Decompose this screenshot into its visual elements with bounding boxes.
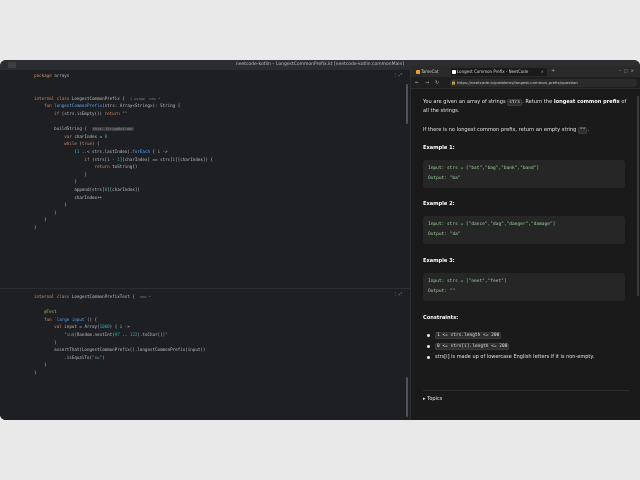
lock-icon: 🔒: [451, 80, 456, 85]
scrollbar[interactable]: [406, 84, 408, 124]
code-line: }: [34, 362, 47, 368]
text: If there is no longest common prefix, re…: [423, 127, 579, 133]
back-icon[interactable]: ←: [415, 79, 419, 87]
line-gutter: [0, 289, 30, 420]
address-bar: ← → ↻ 🔒 https://neetcode.io/problems/lon…: [411, 77, 640, 89]
bold-text: longest common prefix: [553, 99, 620, 105]
code-line: }: [34, 179, 77, 185]
example-2-box: Input: strs = ["dance","dag","danger","d…: [423, 216, 625, 244]
line-gutter: [0, 70, 30, 288]
code-line: }: [34, 202, 67, 208]
editor-pane-main[interactable]: package arrays internal class LongestCom…: [0, 70, 410, 288]
code-line: package arrays: [34, 73, 70, 78]
code-line: append(strs[0][charIndex]): [34, 186, 140, 192]
editor-toolbar[interactable]: ⋮ ⤢: [394, 72, 402, 77]
constraint-item: strs[i] is made up of lowercase English …: [427, 352, 627, 363]
code-line: charIndex++: [34, 194, 103, 200]
tab-label: Longest Common Prefix - NeetCode: [457, 69, 529, 74]
problem-content: You are given an array of strings strs. …: [411, 90, 640, 420]
empty-rule: If there is no longest common prefix, re…: [423, 126, 629, 135]
code-line: .isEqualTo("su"): [34, 354, 105, 360]
code-line: (1 ..< strs.lastIndex).forEach { i ->: [34, 148, 168, 154]
text: . Return the: [522, 99, 554, 105]
tab-tamecat[interactable]: TameCat: [415, 68, 449, 76]
tab-strip: TameCat Longest Common Prefix - NeetCode…: [411, 66, 640, 77]
example-1-title: Example 1:: [423, 145, 455, 151]
example-1-box: Input: strs = ["bat","bag","bank","band"…: [423, 160, 625, 188]
code-line: }: [34, 339, 57, 345]
code-line: @Test: [44, 309, 57, 315]
code-line: }: [34, 217, 47, 223]
topics-label: Topics: [427, 396, 443, 402]
code-line: if (strs[i - 1][charIndex] == strs[i][ch…: [84, 156, 214, 162]
code-line: }: [34, 209, 57, 215]
constraint-text: 1 <= strs.length <= 200: [435, 332, 502, 339]
code-area-test[interactable]: internal class LongestCommonPrefixTest {…: [34, 293, 404, 377]
constraint-text: strs[i] is made up of lowercase English …: [435, 354, 595, 360]
chevron-right-icon: ▸: [423, 396, 426, 402]
tab-neetcode[interactable]: Longest Common Prefix - NeetCode ×: [451, 68, 547, 76]
close-tab-icon[interactable]: ×: [541, 68, 544, 76]
text: You are given an array of strings: [423, 99, 508, 105]
neetcode-icon: [452, 70, 456, 74]
code-line: if (strs.isEmpty()) return "": [54, 110, 128, 116]
code-area-main[interactable]: package arrays internal class LongestCom…: [34, 72, 404, 231]
browser-window: TameCat Longest Common Prefix - NeetCode…: [410, 66, 640, 420]
code-line: }: [34, 369, 37, 375]
example-3-title: Example 3:: [423, 258, 455, 264]
constraints-title: Constraints:: [423, 315, 459, 321]
constraint-item: 1 <= strs.length <= 200: [427, 330, 627, 341]
example-input: Input: strs = ["dance","dag","danger","d…: [428, 222, 556, 227]
code-line: fun longestCommonPrefix(strs: Array<Stri…: [44, 103, 181, 109]
editor-toolbar[interactable]: ⋮ ⤢: [394, 291, 402, 296]
code-line: return toString(): [94, 164, 138, 170]
code-line: internal class LongestCommonPrefixTest {…: [34, 294, 151, 299]
code-line: var charIndex = 0: [64, 133, 108, 139]
code-line: "su${Random.nextInt(97 .. 122).toChar()}…: [64, 331, 168, 337]
code-line: internal class LongestCommonPrefix { 1 u…: [34, 95, 161, 101]
new-tab-icon[interactable]: +: [551, 68, 555, 74]
code-line: }: [34, 224, 37, 230]
constraints-list: 1 <= strs.length <= 200 0 <= strs[i].len…: [427, 330, 627, 363]
reload-icon[interactable]: ↻: [435, 79, 439, 87]
code-line: fun `large input`() {: [44, 316, 98, 322]
example-2-title: Example 2:: [423, 201, 455, 207]
example-input: Input: strs = ["bat","bag","bank","band"…: [428, 166, 540, 171]
browser-scrollbar[interactable]: [637, 96, 639, 296]
problem-intro: You are given an array of strings strs. …: [423, 98, 629, 115]
code-line: val input = Array(1000) { i ->: [54, 324, 130, 330]
code-line: }: [34, 171, 87, 177]
example-3-box: Input: strs = ["neet","feet"] Output: "": [423, 273, 625, 301]
tamecat-icon: [416, 70, 420, 74]
text: .: [587, 127, 590, 133]
editor-pane-test[interactable]: internal class LongestCommonPrefixTest {…: [0, 288, 410, 420]
url-input[interactable]: 🔒 https://neetcode.io/problems/longest-c…: [449, 79, 637, 87]
tab-label: TameCat: [421, 69, 439, 74]
example-output: Output: "": [428, 289, 456, 294]
code-text: arrays: [54, 73, 70, 78]
constraint-text: 0 <= strs[i].length <= 200: [435, 343, 510, 350]
code-line: assertThat(LongestCommonPrefix().longest…: [34, 347, 206, 353]
example-input: Input: strs = ["neet","feet"]: [428, 279, 507, 284]
constraint-item: 0 <= strs[i].length <= 200: [427, 341, 627, 352]
example-output: Output: "da": [428, 232, 461, 237]
project-menu-button[interactable]: [8, 62, 16, 68]
code-line: while (true) {: [64, 141, 100, 147]
window-controls[interactable]: –□×: [619, 68, 637, 73]
forward-icon[interactable]: →: [425, 79, 429, 87]
url-text: https://neetcode.io/problems/longest-com…: [457, 80, 578, 85]
ide-window-title: neetcode-kotlin – LongestCommonPrefix.kt…: [235, 62, 405, 67]
usage-hint[interactable]: 1 usage new *: [130, 97, 160, 101]
scrollbar[interactable]: [406, 377, 408, 417]
example-output: Output: "ba": [428, 176, 461, 181]
code-strs: strs: [507, 99, 523, 106]
usage-hint[interactable]: new *: [140, 295, 151, 299]
code-line: buildString { this: StringBuilder: [34, 126, 135, 132]
topics-toggle[interactable]: ▸ Topics: [423, 390, 629, 403]
